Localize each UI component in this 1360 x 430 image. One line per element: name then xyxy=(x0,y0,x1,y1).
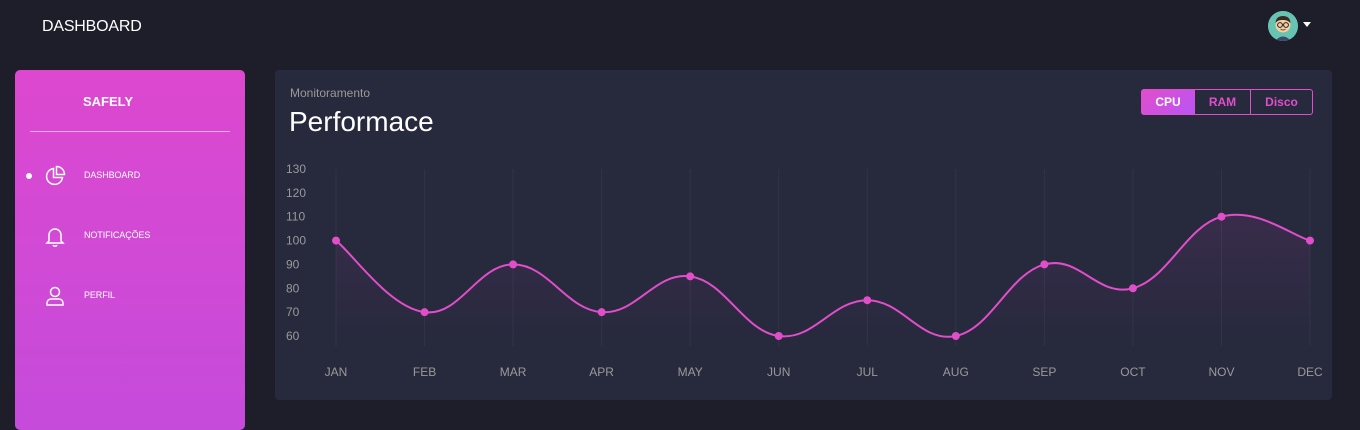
data-point[interactable] xyxy=(686,272,695,281)
data-point[interactable] xyxy=(951,332,960,340)
y-tick-label: 90 xyxy=(286,257,300,271)
data-point[interactable] xyxy=(332,236,340,245)
bell-icon xyxy=(43,224,67,248)
x-tick-label: MAR xyxy=(500,365,527,379)
disco-button[interactable]: Disco xyxy=(1250,89,1313,115)
sidebar-item-label: PERFIL xyxy=(84,290,115,300)
y-tick-label: 60 xyxy=(286,329,300,343)
card-title: Performace xyxy=(289,106,434,137)
navbar-brand[interactable]: DASHBOARD xyxy=(42,18,142,36)
sidebar-divider xyxy=(30,131,230,132)
caret-down-icon[interactable] xyxy=(1303,22,1311,27)
ram-button[interactable]: RAM xyxy=(1194,89,1251,115)
performance-card: 60 70 80 90 100 110 120 130 JAN FEB MAR APR MAY JUN J… xyxy=(275,70,1332,400)
x-tick-label: JUL xyxy=(857,365,879,379)
sidebar-item-dashboard[interactable]: DASHBOARD xyxy=(15,161,245,191)
x-tick-label: JUN xyxy=(767,365,790,379)
metric-toggle: CPU RAM Disco xyxy=(1141,89,1313,115)
active-indicator xyxy=(26,173,32,179)
sidebar-logo[interactable]: SAFELY xyxy=(83,94,133,109)
y-tick-label: 100 xyxy=(286,234,306,248)
y-tick-label: 130 xyxy=(286,162,306,176)
data-point[interactable] xyxy=(774,332,783,340)
x-tick-label: DEC xyxy=(1297,365,1323,379)
y-tick-label: 70 xyxy=(286,305,300,319)
data-point[interactable] xyxy=(1128,284,1137,293)
x-tick-label: NOV xyxy=(1208,365,1234,379)
card-subtitle: Monitoramento xyxy=(290,86,371,100)
y-tick-label: 110 xyxy=(286,210,305,224)
user-menu[interactable] xyxy=(1268,11,1312,41)
series-area xyxy=(336,214,1310,337)
data-point[interactable] xyxy=(420,308,429,317)
sidebar: SAFELY DASHBOARD NOTIFICAÇÕES PERFIL xyxy=(15,70,245,430)
sidebar-item-label: DASHBOARD xyxy=(84,170,141,180)
pie-chart-icon xyxy=(43,164,67,188)
cpu-button[interactable]: CPU xyxy=(1141,89,1195,115)
top-navbar: DASHBOARD xyxy=(0,0,1360,60)
sidebar-item-notificacoes[interactable]: NOTIFICAÇÕES xyxy=(15,221,245,251)
x-tick-label: OCT xyxy=(1120,365,1146,379)
x-tick-label: MAY xyxy=(678,365,703,379)
data-point[interactable] xyxy=(863,296,872,305)
sidebar-item-label: NOTIFICAÇÕES xyxy=(84,230,151,240)
x-tick-label: AUG xyxy=(943,365,969,379)
x-tick-label: APR xyxy=(589,365,614,379)
data-point[interactable] xyxy=(1217,212,1226,221)
sidebar-item-perfil[interactable]: PERFIL xyxy=(15,281,245,311)
x-tick-label: SEP xyxy=(1032,365,1056,379)
x-tick-label: JAN xyxy=(325,365,348,379)
avatar-cartoon-icon[interactable] xyxy=(1268,11,1298,41)
y-tick-label: 80 xyxy=(286,281,300,295)
data-point[interactable] xyxy=(509,260,518,269)
y-tick-label: 120 xyxy=(286,186,306,200)
x-tick-label: FEB xyxy=(413,365,436,379)
user-icon xyxy=(43,284,67,308)
data-point[interactable] xyxy=(597,308,606,317)
data-point[interactable] xyxy=(1040,260,1049,269)
data-point[interactable] xyxy=(1306,236,1314,245)
